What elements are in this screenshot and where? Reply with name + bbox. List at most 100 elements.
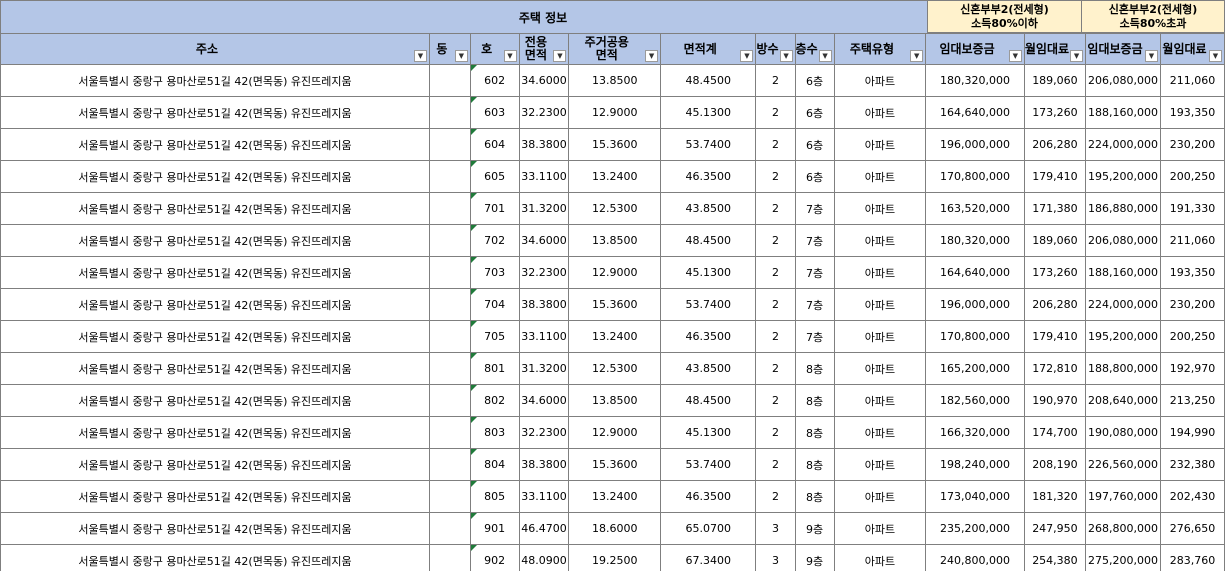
cell-rent-tier2[interactable]: 192,970: [1159, 352, 1225, 385]
cell-floor[interactable]: 7층: [794, 224, 835, 257]
cell-address[interactable]: 서울특별시 중랑구 용마산로51길 42(면목동) 유진뜨레지움: [0, 416, 430, 449]
filter-dropdown-icon[interactable]: ▼: [1008, 50, 1022, 62]
cell-rent-tier1[interactable]: 247,950: [1023, 512, 1087, 545]
cell-deposit-tier2[interactable]: 188,160,000: [1085, 256, 1161, 289]
cell-floor[interactable]: 9층: [794, 544, 835, 571]
cell-common-area[interactable]: 12.9000: [568, 96, 662, 129]
cell-dong[interactable]: [428, 96, 471, 129]
cell-housing-type[interactable]: 아파트: [833, 224, 927, 257]
cell-rooms[interactable]: 2: [755, 384, 796, 417]
cell-common-area[interactable]: 12.5300: [568, 192, 662, 225]
cell-rent-tier2[interactable]: 276,650: [1159, 512, 1225, 545]
cell-deposit-tier2[interactable]: 224,000,000: [1085, 128, 1161, 161]
cell-housing-type[interactable]: 아파트: [833, 544, 927, 571]
cell-floor[interactable]: 8층: [794, 352, 835, 385]
cell-floor[interactable]: 7층: [794, 320, 835, 353]
cell-rooms[interactable]: 3: [755, 544, 796, 571]
cell-deposit-tier1[interactable]: 170,800,000: [925, 320, 1025, 353]
cell-rooms[interactable]: 2: [755, 448, 796, 481]
cell-rooms[interactable]: 2: [755, 320, 796, 353]
cell-rooms[interactable]: 2: [755, 192, 796, 225]
cell-rooms[interactable]: 2: [755, 128, 796, 161]
cell-rooms[interactable]: 2: [755, 96, 796, 129]
cell-ho[interactable]: 702: [469, 224, 520, 257]
cell-common-area[interactable]: 13.8500: [568, 64, 662, 97]
cell-common-area[interactable]: 13.2400: [568, 480, 662, 513]
cell-housing-type[interactable]: 아파트: [833, 512, 927, 545]
cell-dong[interactable]: [428, 512, 471, 545]
cell-common-area[interactable]: 13.8500: [568, 224, 662, 257]
col-header-address[interactable]: 주소 ▼: [0, 33, 430, 65]
cell-deposit-tier1[interactable]: 165,200,000: [925, 352, 1025, 385]
cell-floor[interactable]: 8층: [794, 384, 835, 417]
filter-dropdown-icon[interactable]: ▼: [779, 50, 793, 62]
cell-housing-type[interactable]: 아파트: [833, 288, 927, 321]
cell-common-area[interactable]: 15.3600: [568, 448, 662, 481]
cell-address[interactable]: 서울특별시 중랑구 용마산로51길 42(면목동) 유진뜨레지움: [0, 512, 430, 545]
cell-housing-type[interactable]: 아파트: [833, 160, 927, 193]
cell-exclusive-area[interactable]: 34.6000: [518, 224, 570, 257]
cell-rooms[interactable]: 2: [755, 160, 796, 193]
cell-rent-tier2[interactable]: 232,380: [1159, 448, 1225, 481]
filter-dropdown-icon[interactable]: ▼: [503, 50, 517, 62]
cell-total-area[interactable]: 45.1300: [660, 256, 757, 289]
filter-dropdown-icon[interactable]: ▼: [1209, 50, 1222, 62]
cell-deposit-tier1[interactable]: 235,200,000: [925, 512, 1025, 545]
cell-dong[interactable]: [428, 160, 471, 193]
cell-dong[interactable]: [428, 224, 471, 257]
cell-ho[interactable]: 805: [469, 480, 520, 513]
cell-housing-type[interactable]: 아파트: [833, 256, 927, 289]
cell-address[interactable]: 서울특별시 중랑구 용마산로51길 42(면목동) 유진뜨레지움: [0, 128, 430, 161]
col-header-rent-tier1[interactable]: 월임대료 ▼: [1023, 33, 1087, 65]
cell-ho[interactable]: 604: [469, 128, 520, 161]
cell-address[interactable]: 서울특별시 중랑구 용마산로51길 42(면목동) 유진뜨레지움: [0, 256, 430, 289]
cell-rent-tier2[interactable]: 193,350: [1159, 256, 1225, 289]
cell-housing-type[interactable]: 아파트: [833, 384, 927, 417]
cell-rent-tier2[interactable]: 230,200: [1159, 288, 1225, 321]
cell-dong[interactable]: [428, 480, 471, 513]
cell-exclusive-area[interactable]: 34.6000: [518, 64, 570, 97]
cell-common-area[interactable]: 18.6000: [568, 512, 662, 545]
cell-dong[interactable]: [428, 64, 471, 97]
cell-deposit-tier1[interactable]: 163,520,000: [925, 192, 1025, 225]
cell-ho[interactable]: 704: [469, 288, 520, 321]
filter-dropdown-icon[interactable]: ▼: [1070, 50, 1084, 62]
cell-dong[interactable]: [428, 288, 471, 321]
cell-rent-tier1[interactable]: 171,380: [1023, 192, 1087, 225]
cell-address[interactable]: 서울특별시 중랑구 용마산로51길 42(면목동) 유진뜨레지움: [0, 288, 430, 321]
cell-rooms[interactable]: 3: [755, 512, 796, 545]
cell-rooms[interactable]: 2: [755, 224, 796, 257]
cell-address[interactable]: 서울특별시 중랑구 용마산로51길 42(면목동) 유진뜨레지움: [0, 544, 430, 571]
cell-address[interactable]: 서울특별시 중랑구 용마산로51길 42(면목동) 유진뜨레지움: [0, 480, 430, 513]
cell-dong[interactable]: [428, 128, 471, 161]
col-header-deposit-tier1[interactable]: 임대보증금 ▼: [925, 33, 1025, 65]
cell-exclusive-area[interactable]: 38.3800: [518, 288, 570, 321]
cell-housing-type[interactable]: 아파트: [833, 352, 927, 385]
cell-floor[interactable]: 8층: [794, 416, 835, 449]
cell-address[interactable]: 서울특별시 중랑구 용마산로51길 42(면목동) 유진뜨레지움: [0, 448, 430, 481]
cell-total-area[interactable]: 48.4500: [660, 224, 757, 257]
cell-housing-type[interactable]: 아파트: [833, 192, 927, 225]
cell-dong[interactable]: [428, 416, 471, 449]
cell-deposit-tier2[interactable]: 188,160,000: [1085, 96, 1161, 129]
cell-exclusive-area[interactable]: 46.4700: [518, 512, 570, 545]
cell-rent-tier1[interactable]: 189,060: [1023, 224, 1087, 257]
cell-dong[interactable]: [428, 544, 471, 571]
cell-deposit-tier1[interactable]: 198,240,000: [925, 448, 1025, 481]
cell-deposit-tier1[interactable]: 170,800,000: [925, 160, 1025, 193]
filter-dropdown-icon[interactable]: ▼: [910, 50, 924, 62]
cell-common-area[interactable]: 15.3600: [568, 288, 662, 321]
cell-deposit-tier1[interactable]: 182,560,000: [925, 384, 1025, 417]
cell-rent-tier2[interactable]: 194,990: [1159, 416, 1225, 449]
cell-address[interactable]: 서울특별시 중랑구 용마산로51길 42(면목동) 유진뜨레지움: [0, 192, 430, 225]
cell-ho[interactable]: 603: [469, 96, 520, 129]
cell-rooms[interactable]: 2: [755, 352, 796, 385]
cell-exclusive-area[interactable]: 33.1100: [518, 320, 570, 353]
filter-dropdown-icon[interactable]: ▼: [553, 50, 567, 62]
cell-deposit-tier2[interactable]: 208,640,000: [1085, 384, 1161, 417]
cell-ho[interactable]: 605: [469, 160, 520, 193]
cell-total-area[interactable]: 46.3500: [660, 320, 757, 353]
cell-ho[interactable]: 901: [469, 512, 520, 545]
cell-rent-tier2[interactable]: 202,430: [1159, 480, 1225, 513]
col-header-dong[interactable]: 동 ▼: [428, 33, 471, 65]
